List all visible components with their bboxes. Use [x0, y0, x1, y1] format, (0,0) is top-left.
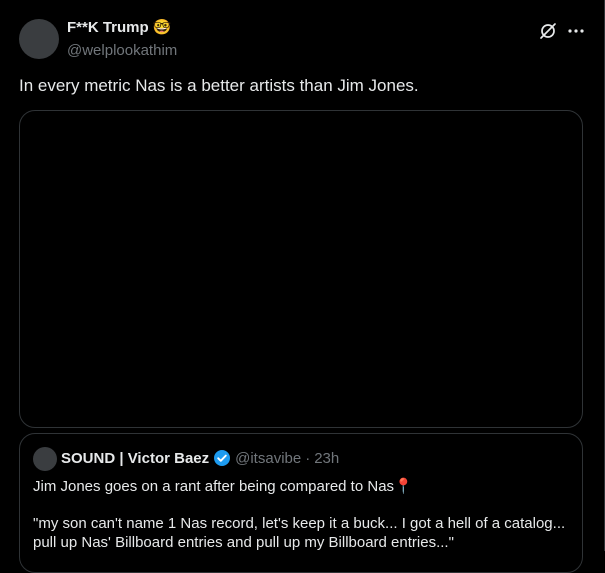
author-handle[interactable]: @welplookathim: [67, 42, 177, 59]
quoted-tweet-time[interactable]: 23h: [314, 450, 339, 467]
quoted-tweet-text-line2: "my son can't name 1 Nas record, let's k…: [33, 515, 566, 532]
nerd-face-emoji: 🤓: [152, 19, 172, 36]
grok-icon[interactable]: [539, 22, 557, 40]
more-icon[interactable]: [566, 21, 586, 41]
quoted-author-name[interactable]: SOUND | Victor Baez: [61, 450, 209, 467]
quoted-tweet-text-line3: pull up Nas' Billboard entries and pull …: [33, 534, 454, 551]
tweet-text: In every metric Nas is a better artists …: [19, 76, 419, 95]
quoted-tweet[interactable]: SOUND | Victor Baez @itsavibe · 23h Jim …: [19, 433, 583, 573]
quoted-author-avatar[interactable]: [33, 447, 57, 471]
quoted-author-handle[interactable]: @itsavibe: [235, 450, 301, 467]
author-name-row[interactable]: F**K Trump 🤓: [67, 19, 171, 36]
quoted-tweet-text-line1: Jim Jones goes on a rant after being com…: [33, 478, 413, 495]
media-video-player[interactable]: [19, 110, 583, 428]
meta-separator: ·: [305, 449, 311, 467]
author-display-name[interactable]: F**K Trump: [67, 19, 149, 36]
verified-badge-icon: [214, 450, 231, 466]
quoted-tweet-header: SOUND | Victor Baez @itsavibe · 23h: [61, 449, 339, 467]
author-avatar[interactable]: [19, 19, 59, 59]
